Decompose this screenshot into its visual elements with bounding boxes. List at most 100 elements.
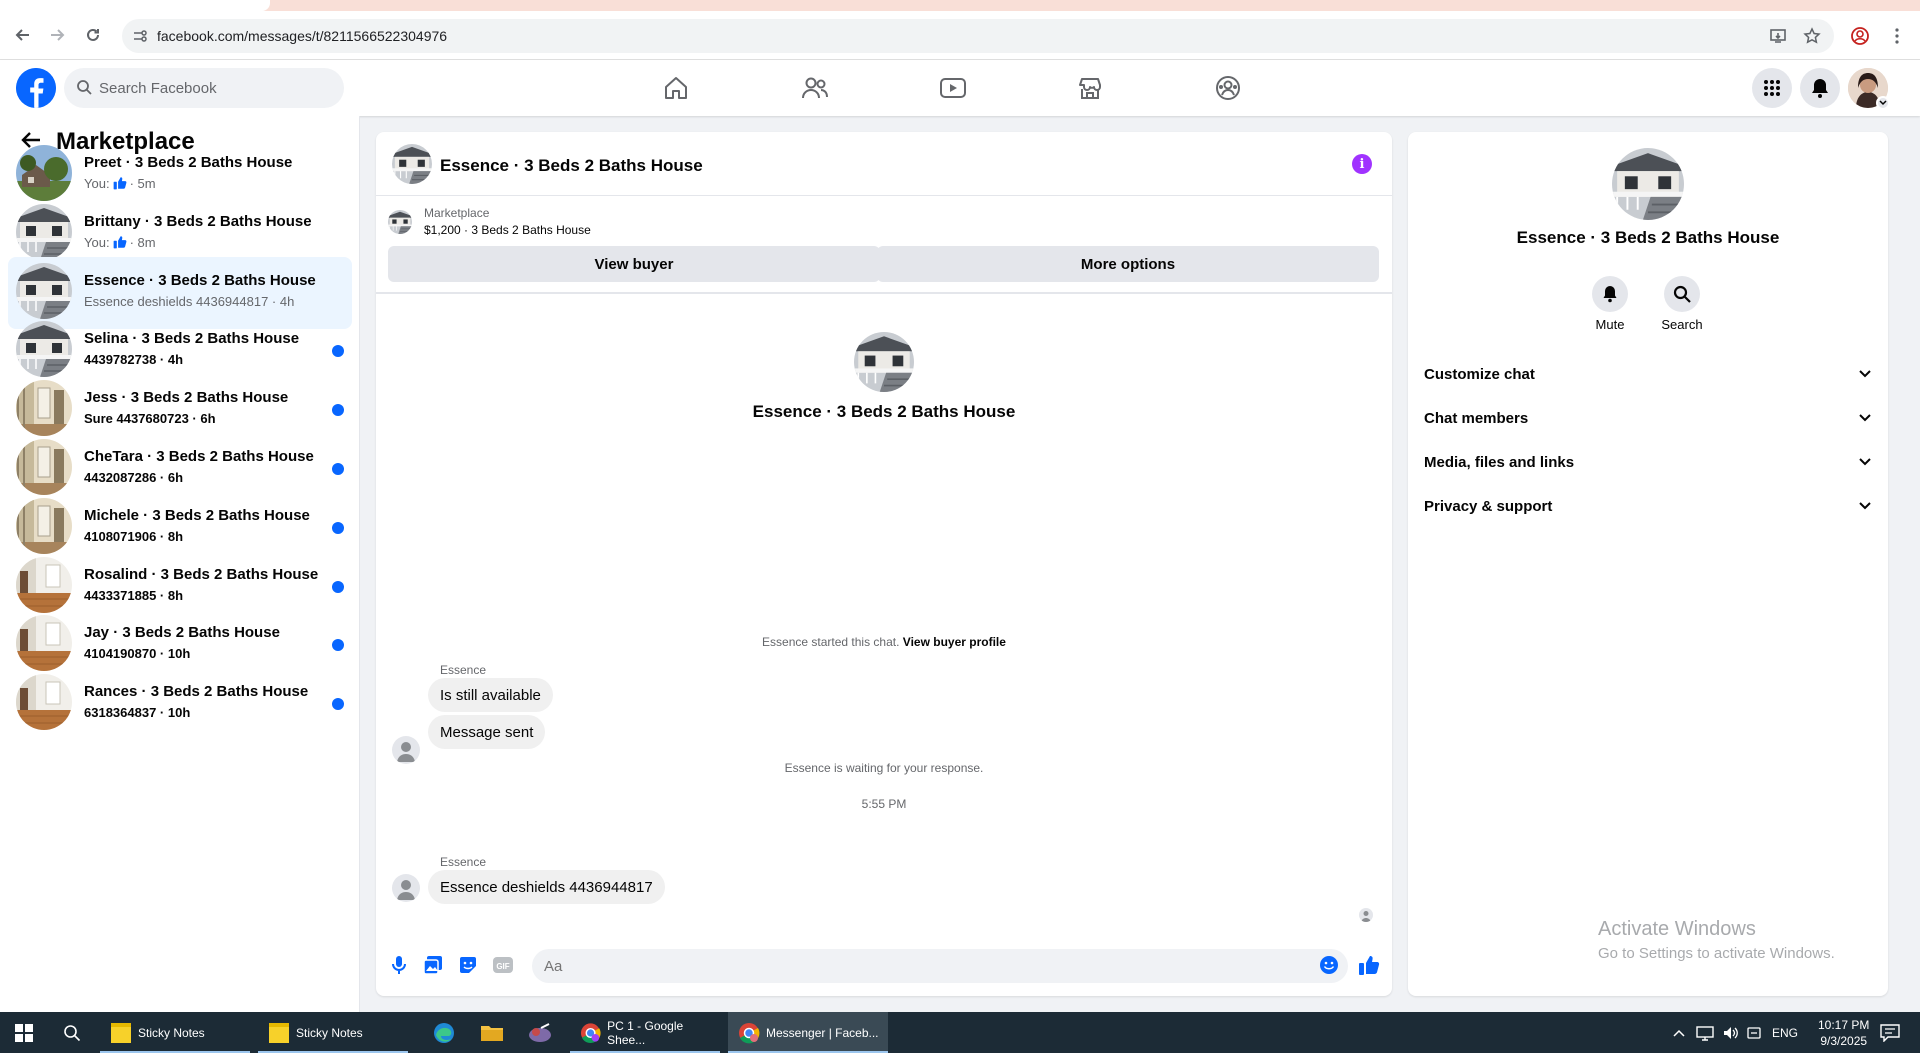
- conversation-name: Rances · 3 Beds 2 Baths House: [84, 683, 309, 701]
- listing-price[interactable]: $1,200 · 3 Beds 2 Baths House: [424, 223, 591, 237]
- emoji-icon[interactable]: [1318, 954, 1340, 976]
- svg-text:GIF: GIF: [496, 962, 509, 971]
- groups-icon[interactable]: [1212, 72, 1244, 104]
- message-bubble[interactable]: Essence deshields 4436944817: [428, 870, 665, 904]
- microphone-icon[interactable]: [388, 954, 410, 976]
- message-input[interactable]: [532, 949, 1348, 983]
- sticker-icon[interactable]: [457, 954, 479, 976]
- media-files-links-section[interactable]: Media, files and links: [1424, 440, 1872, 484]
- profile-icon[interactable]: [1849, 25, 1871, 47]
- site-info-icon[interactable]: [132, 28, 148, 44]
- chrome-icon: [580, 1022, 601, 1043]
- details-avatar[interactable]: [1612, 148, 1684, 220]
- section-label: Customize chat: [1424, 365, 1535, 383]
- listing-source: Marketplace: [424, 206, 490, 220]
- notifications-bell-icon[interactable]: [1800, 68, 1840, 108]
- taskbar-chrome-messenger[interactable]: Messenger | Faceb...: [728, 1012, 888, 1053]
- conversation-avatar: [16, 674, 72, 731]
- listing-thumbnail[interactable]: [388, 210, 412, 234]
- privacy-support-section[interactable]: Privacy & support: [1424, 484, 1872, 528]
- view-buyer-profile-link[interactable]: View buyer profile: [903, 635, 1006, 649]
- taskbar-search-icon[interactable]: [56, 1012, 88, 1053]
- sender-avatar[interactable]: [392, 874, 420, 902]
- windows-start-icon[interactable]: [8, 1012, 40, 1053]
- back-icon[interactable]: [10, 22, 36, 48]
- windows-taskbar: Sticky Notes Sticky Notes PC 1 - Google …: [0, 1012, 1920, 1053]
- account-chevron-down-icon[interactable]: [1876, 96, 1890, 110]
- conversation-avatar: [16, 145, 72, 201]
- listing-banner: Marketplace $1,200 · 3 Beds 2 Baths Hous…: [376, 196, 1392, 294]
- chat-title[interactable]: Essence · 3 Beds 2 Baths House: [440, 156, 703, 176]
- conversation-name: Preet · 3 Beds 2 Baths House: [84, 154, 293, 171]
- search-placeholder: Search Facebook: [99, 80, 217, 97]
- home-icon[interactable]: [660, 72, 692, 104]
- chevron-down-icon: [1858, 366, 1872, 383]
- message-bubble[interactable]: Is still available: [428, 678, 553, 712]
- conversation-preview: 6318364837 · 10h: [84, 705, 191, 721]
- section-label: Media, files and links: [1424, 453, 1575, 471]
- device-icon[interactable]: [1746, 1012, 1762, 1053]
- sender-avatar[interactable]: [392, 736, 420, 764]
- forward-icon[interactable]: [44, 22, 70, 48]
- taskbar-sticky-notes-1[interactable]: Sticky Notes: [100, 1012, 250, 1053]
- browser-active-tab[interactable]: [0, 0, 270, 11]
- menu-grid-icon[interactable]: [1752, 68, 1792, 108]
- conversation-preview: 4439782738 · 4h: [84, 352, 184, 368]
- search-icon: [76, 79, 92, 100]
- marketplace-icon[interactable]: [1074, 72, 1106, 104]
- more-options-button[interactable]: More options: [877, 246, 1379, 282]
- clock[interactable]: 10:17 PM 9/3/2025: [1818, 1012, 1869, 1053]
- browser-menu-icon[interactable]: [1886, 25, 1908, 47]
- like-thumb-icon[interactable]: [1358, 954, 1380, 976]
- unread-dot: [332, 639, 344, 652]
- facebook-search-box[interactable]: Search Facebook: [64, 68, 344, 108]
- conversation-name: Rosalind · 3 Beds 2 Baths House: [84, 565, 319, 583]
- gif-icon[interactable]: GIF: [492, 954, 514, 976]
- message-sender: Essence: [440, 663, 487, 677]
- unread-dot: [332, 698, 344, 711]
- preview-prefix: You:: [84, 234, 110, 250]
- chevron-down-icon: [1858, 454, 1872, 471]
- chrome-icon: [739, 1022, 760, 1043]
- taskbar-chrome-sheets[interactable]: PC 1 - Google Shee...: [570, 1012, 720, 1053]
- notification-center-icon[interactable]: [1880, 1012, 1900, 1053]
- language-indicator[interactable]: ENG: [1772, 1012, 1798, 1053]
- preview-time: · 8m: [129, 234, 156, 250]
- taskbar-app-icon[interactable]: [516, 1012, 564, 1053]
- clock-time: 10:17 PM: [1818, 1017, 1870, 1032]
- intro-avatar: [854, 332, 914, 392]
- taskbar-file-explorer-icon[interactable]: [468, 1012, 516, 1053]
- customize-chat-section[interactable]: Customize chat: [1424, 352, 1872, 396]
- mute-bell-icon: [1592, 276, 1628, 312]
- conversation-preview: 4104190870 · 10h: [84, 646, 191, 662]
- network-icon[interactable]: [1696, 1012, 1714, 1053]
- chat-members-section[interactable]: Chat members: [1424, 396, 1872, 440]
- conversation-item[interactable]: Rances · 3 Beds 2 Baths House 6318364837 …: [8, 668, 352, 740]
- volume-icon[interactable]: [1722, 1012, 1740, 1053]
- browser-toolbar: facebook.com/messages/t/8211566522304976: [0, 11, 1920, 60]
- details-name: Essence · 3 Beds 2 Baths House: [1516, 228, 1780, 247]
- view-buyer-button[interactable]: View buyer: [388, 246, 880, 282]
- friends-icon[interactable]: [799, 72, 831, 104]
- message-composer: GIF: [376, 938, 1392, 994]
- facebook-logo-icon[interactable]: [16, 68, 56, 108]
- message-bubble[interactable]: Message sent: [428, 715, 546, 749]
- chat-avatar[interactable]: [392, 144, 432, 184]
- address-bar[interactable]: facebook.com/messages/t/8211566522304976: [122, 19, 1834, 53]
- sticky-notes-icon: [269, 1022, 289, 1043]
- photo-icon[interactable]: [422, 954, 444, 976]
- install-app-icon[interactable]: [1767, 25, 1789, 47]
- watermark-title: Activate Windows: [1598, 918, 1756, 940]
- mute-button[interactable]: Mute: [1580, 276, 1640, 332]
- tray-chevron-up-icon[interactable]: [1672, 1012, 1686, 1053]
- search-in-chat-button[interactable]: Search: [1652, 276, 1712, 332]
- taskbar-sticky-notes-2[interactable]: Sticky Notes: [258, 1012, 408, 1053]
- bookmark-star-icon[interactable]: [1801, 25, 1823, 47]
- info-icon[interactable]: i: [1352, 154, 1372, 174]
- conversation-preview: 4432087286 · 6h: [84, 470, 184, 485]
- message-thread: Essence · 3 Beds 2 Baths House Essence s…: [376, 294, 1392, 922]
- video-icon[interactable]: [937, 72, 969, 104]
- conversation-avatar: [16, 380, 72, 437]
- taskbar-edge-icon[interactable]: [420, 1012, 468, 1053]
- reload-icon[interactable]: [80, 22, 106, 48]
